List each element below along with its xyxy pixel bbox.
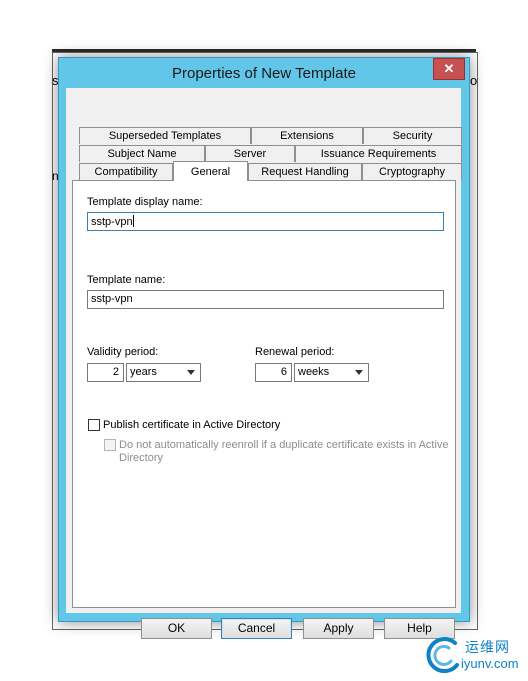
renewal-period-label: Renewal period:: [255, 346, 335, 358]
general-tab-panel: Template display name: sstp-vpn Template…: [72, 180, 456, 608]
tab-superseded-templates[interactable]: Superseded Templates: [79, 127, 251, 144]
display-name-value: sstp-vpn: [91, 216, 133, 228]
tab-security[interactable]: Security: [363, 127, 462, 144]
tab-issuance-requirements[interactable]: Issuance Requirements: [295, 145, 462, 162]
tab-compatibility[interactable]: Compatibility: [79, 163, 173, 180]
title-bar[interactable]: Properties of New Template ✕: [59, 58, 469, 88]
publish-in-ad-checkbox[interactable]: [88, 419, 100, 431]
properties-dialog: Properties of New Template ✕ Superseded …: [58, 57, 470, 639]
validity-period-unit-select[interactable]: years: [126, 363, 201, 382]
no-reenroll-label-line1: Do not automatically reenroll if a dupli…: [119, 439, 449, 451]
validity-period-label: Validity period:: [87, 346, 159, 358]
renewal-period-value-field[interactable]: 6: [255, 363, 292, 382]
tab-general[interactable]: General: [173, 161, 248, 181]
template-name-field[interactable]: sstp-vpn: [87, 290, 444, 309]
chevron-down-icon: [187, 370, 195, 375]
publish-in-ad-label[interactable]: Publish certificate in Active Directory: [103, 419, 280, 431]
validity-period-unit: years: [130, 366, 157, 378]
renewal-period-value: 6: [280, 366, 287, 378]
watermark-url: iyunv.com: [461, 656, 519, 671]
site-watermark: 运维网 iyunv.com: [423, 633, 523, 677]
renewal-period-unit: weeks: [298, 366, 330, 378]
template-name-value: sstp-vpn: [91, 293, 133, 305]
tab-subject-name[interactable]: Subject Name: [79, 145, 205, 162]
template-name-label: Template name:: [87, 274, 166, 286]
text-cursor: [132, 215, 134, 227]
dialog-title: Properties of New Template: [172, 65, 356, 82]
no-reenroll-checkbox: [104, 439, 116, 451]
watermark-logo-icon: [426, 637, 459, 674]
watermark-brand: 运维网: [465, 639, 510, 655]
close-button[interactable]: ✕: [433, 58, 465, 80]
background-text-fragment: o: [470, 73, 478, 88]
tab-request-handling[interactable]: Request Handling: [248, 163, 362, 180]
display-name-field[interactable]: sstp-vpn: [87, 212, 444, 231]
close-icon: ✕: [443, 61, 455, 76]
chevron-down-icon: [355, 370, 363, 375]
tab-server[interactable]: Server: [205, 145, 295, 162]
dialog-client-area: Superseded Templates Extensions Security…: [66, 88, 462, 639]
tab-extensions[interactable]: Extensions: [251, 127, 363, 144]
validity-period-value-field[interactable]: 2: [87, 363, 124, 382]
display-name-label: Template display name:: [87, 196, 203, 208]
cancel-button[interactable]: Cancel: [221, 618, 292, 639]
ok-button[interactable]: OK: [141, 618, 212, 639]
tab-cryptography[interactable]: Cryptography: [362, 163, 462, 180]
renewal-period-unit-select[interactable]: weeks: [294, 363, 369, 382]
validity-period-value: 2: [112, 366, 119, 378]
no-reenroll-label-line2: Directory: [119, 452, 164, 464]
apply-button[interactable]: Apply: [303, 618, 374, 639]
